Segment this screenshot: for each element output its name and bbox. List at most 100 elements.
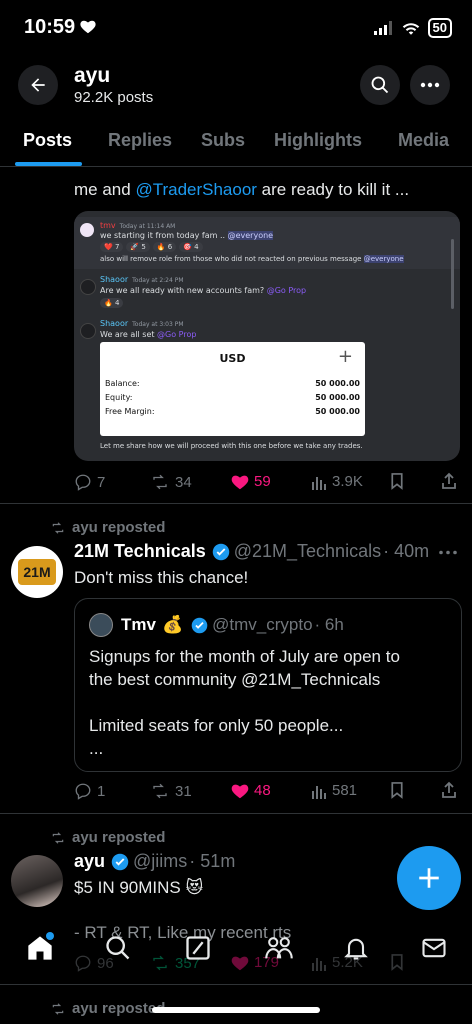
more-dots-icon[interactable] (439, 550, 457, 555)
post2-header: 21M Technicals @21M_Technicals · 40m (74, 541, 429, 562)
avatar-logo-text: 21M (18, 559, 56, 585)
bookmark-button[interactable] (390, 473, 404, 490)
card-label: Equity: (105, 393, 133, 402)
status-bar: 10:59 50 (0, 0, 472, 58)
bar-chart-icon (312, 476, 326, 490)
tab-subs[interactable]: Subs (201, 112, 245, 151)
compose-button[interactable] (397, 846, 461, 910)
reaction-chip: 🔥 4 (100, 298, 124, 308)
repost-icon (153, 474, 167, 490)
reply-icon (75, 783, 91, 800)
bookmark-icon (391, 782, 403, 799)
share-button[interactable] (441, 472, 457, 490)
back-button[interactable] (18, 65, 58, 105)
view-count: 581 (332, 782, 358, 799)
status-right: 50 (373, 18, 452, 38)
post3-text: $5 IN 90MINS 😻 (74, 878, 204, 897)
views-button[interactable]: 3.9K (311, 473, 363, 490)
reaction-chip: 🔥 6 (152, 242, 177, 252)
bookmark-button[interactable] (390, 782, 404, 799)
profile-header: ayu 92.2K posts (0, 58, 472, 110)
repost-icon (52, 1002, 64, 1015)
search-icon (371, 76, 389, 94)
arrow-left-icon (31, 78, 45, 92)
tab-replies[interactable]: Replies (108, 112, 172, 151)
profile-tabs: Posts Replies Subs Highlights Media (0, 112, 472, 167)
post-count: 92.2K posts (74, 89, 154, 106)
nav-grok[interactable] (184, 934, 212, 967)
nav-communities[interactable] (264, 934, 294, 967)
bookmark-icon (391, 473, 403, 490)
people-icon (265, 937, 293, 959)
card-value: 50 000.00 (315, 379, 360, 388)
author-name[interactable]: 21M Technicals (74, 541, 206, 562)
repost-label: ayu reposted (72, 829, 166, 846)
reply-count: 1 (97, 782, 106, 800)
wifi-icon (402, 23, 419, 35)
discord-avatar (80, 279, 96, 295)
plus-icon (419, 868, 439, 888)
reply-button[interactable]: 7 (74, 473, 105, 491)
tab-media[interactable]: Media (398, 112, 449, 151)
share-button[interactable] (441, 781, 457, 799)
views-button[interactable]: 581 (311, 782, 357, 799)
discord-avatar (80, 323, 96, 339)
verified-badge-icon (111, 853, 129, 870)
quote-line: Limited seats for only 50 people... (89, 716, 344, 735)
discord-mention: @everyone (227, 231, 274, 240)
tab-highlights[interactable]: Highlights (274, 112, 362, 151)
discord-text: We are all set (100, 330, 158, 339)
repost-count: 34 (175, 473, 192, 491)
quote-line: Signups for the month of July are open t… (89, 647, 400, 666)
discord-mention: @Go Prop (266, 286, 307, 295)
discord-mention: @Go Prop (157, 330, 197, 339)
quoted-post[interactable]: Tmv 💰 @tmv_crypto · 6h Signups for the m… (74, 598, 462, 772)
repost-button[interactable]: 34 (150, 473, 192, 491)
mail-icon (422, 938, 446, 958)
usd-account-card: USD + Balance: Equity: Free Margin: 50 0… (100, 342, 365, 436)
post3-header: ayu @jiims · 51m (74, 851, 235, 872)
search-icon (106, 936, 130, 960)
repost-icon (153, 783, 167, 799)
nav-messages[interactable] (420, 934, 448, 967)
card-labels: Balance: Equity: Free Margin: (105, 377, 155, 419)
post-time: · 51m (189, 851, 236, 871)
reaction-chip: ❤️ 7 (100, 242, 124, 252)
post1-text-suffix: are ready to kill it ... (256, 180, 410, 199)
like-count: 59 (254, 473, 271, 490)
like-button[interactable]: 48 (231, 782, 271, 799)
repost-count: 31 (175, 782, 192, 800)
status-time: 10:59 (24, 16, 76, 38)
nav-search[interactable] (104, 934, 132, 967)
tab-label: Highlights (274, 130, 362, 150)
nav-notifications[interactable] (342, 934, 370, 967)
discord-timestamp: Today at 11:14 AM (119, 223, 176, 230)
reply-count: 7 (97, 473, 106, 491)
author-handle[interactable]: @21M_Technicals (234, 541, 381, 562)
tab-label: Replies (108, 130, 173, 150)
card-title: USD (219, 352, 246, 365)
author-handle[interactable]: @jiims (133, 851, 187, 872)
avatar[interactable] (11, 855, 63, 907)
tab-label: Subs (201, 130, 246, 150)
more-button[interactable] (410, 65, 450, 105)
quote-handle: @tmv_crypto (212, 615, 313, 634)
reply-button[interactable]: 1 (74, 782, 105, 800)
bottom-navigation (0, 918, 472, 980)
nav-home[interactable] (26, 932, 54, 967)
post1-image[interactable]: tmv Today at 11:14 AM we starting it from… (74, 211, 460, 461)
tab-posts[interactable]: Posts (15, 112, 82, 166)
discord-username: Shaoor (100, 275, 129, 284)
repost-indicator: ayu reposted (50, 829, 165, 846)
more-dots-icon (420, 82, 440, 88)
repost-button[interactable]: 31 (150, 782, 192, 800)
share-icon (442, 781, 456, 798)
post1-mention[interactable]: @TraderShaoor (135, 180, 257, 199)
author-name[interactable]: ayu (74, 851, 105, 872)
repost-indicator: ayu reposted (50, 1000, 165, 1017)
like-button[interactable]: 59 (231, 473, 271, 490)
search-button[interactable] (360, 65, 400, 105)
notification-dot (46, 932, 54, 940)
avatar[interactable]: 21M (11, 546, 63, 598)
battery-indicator: 50 (427, 18, 452, 38)
